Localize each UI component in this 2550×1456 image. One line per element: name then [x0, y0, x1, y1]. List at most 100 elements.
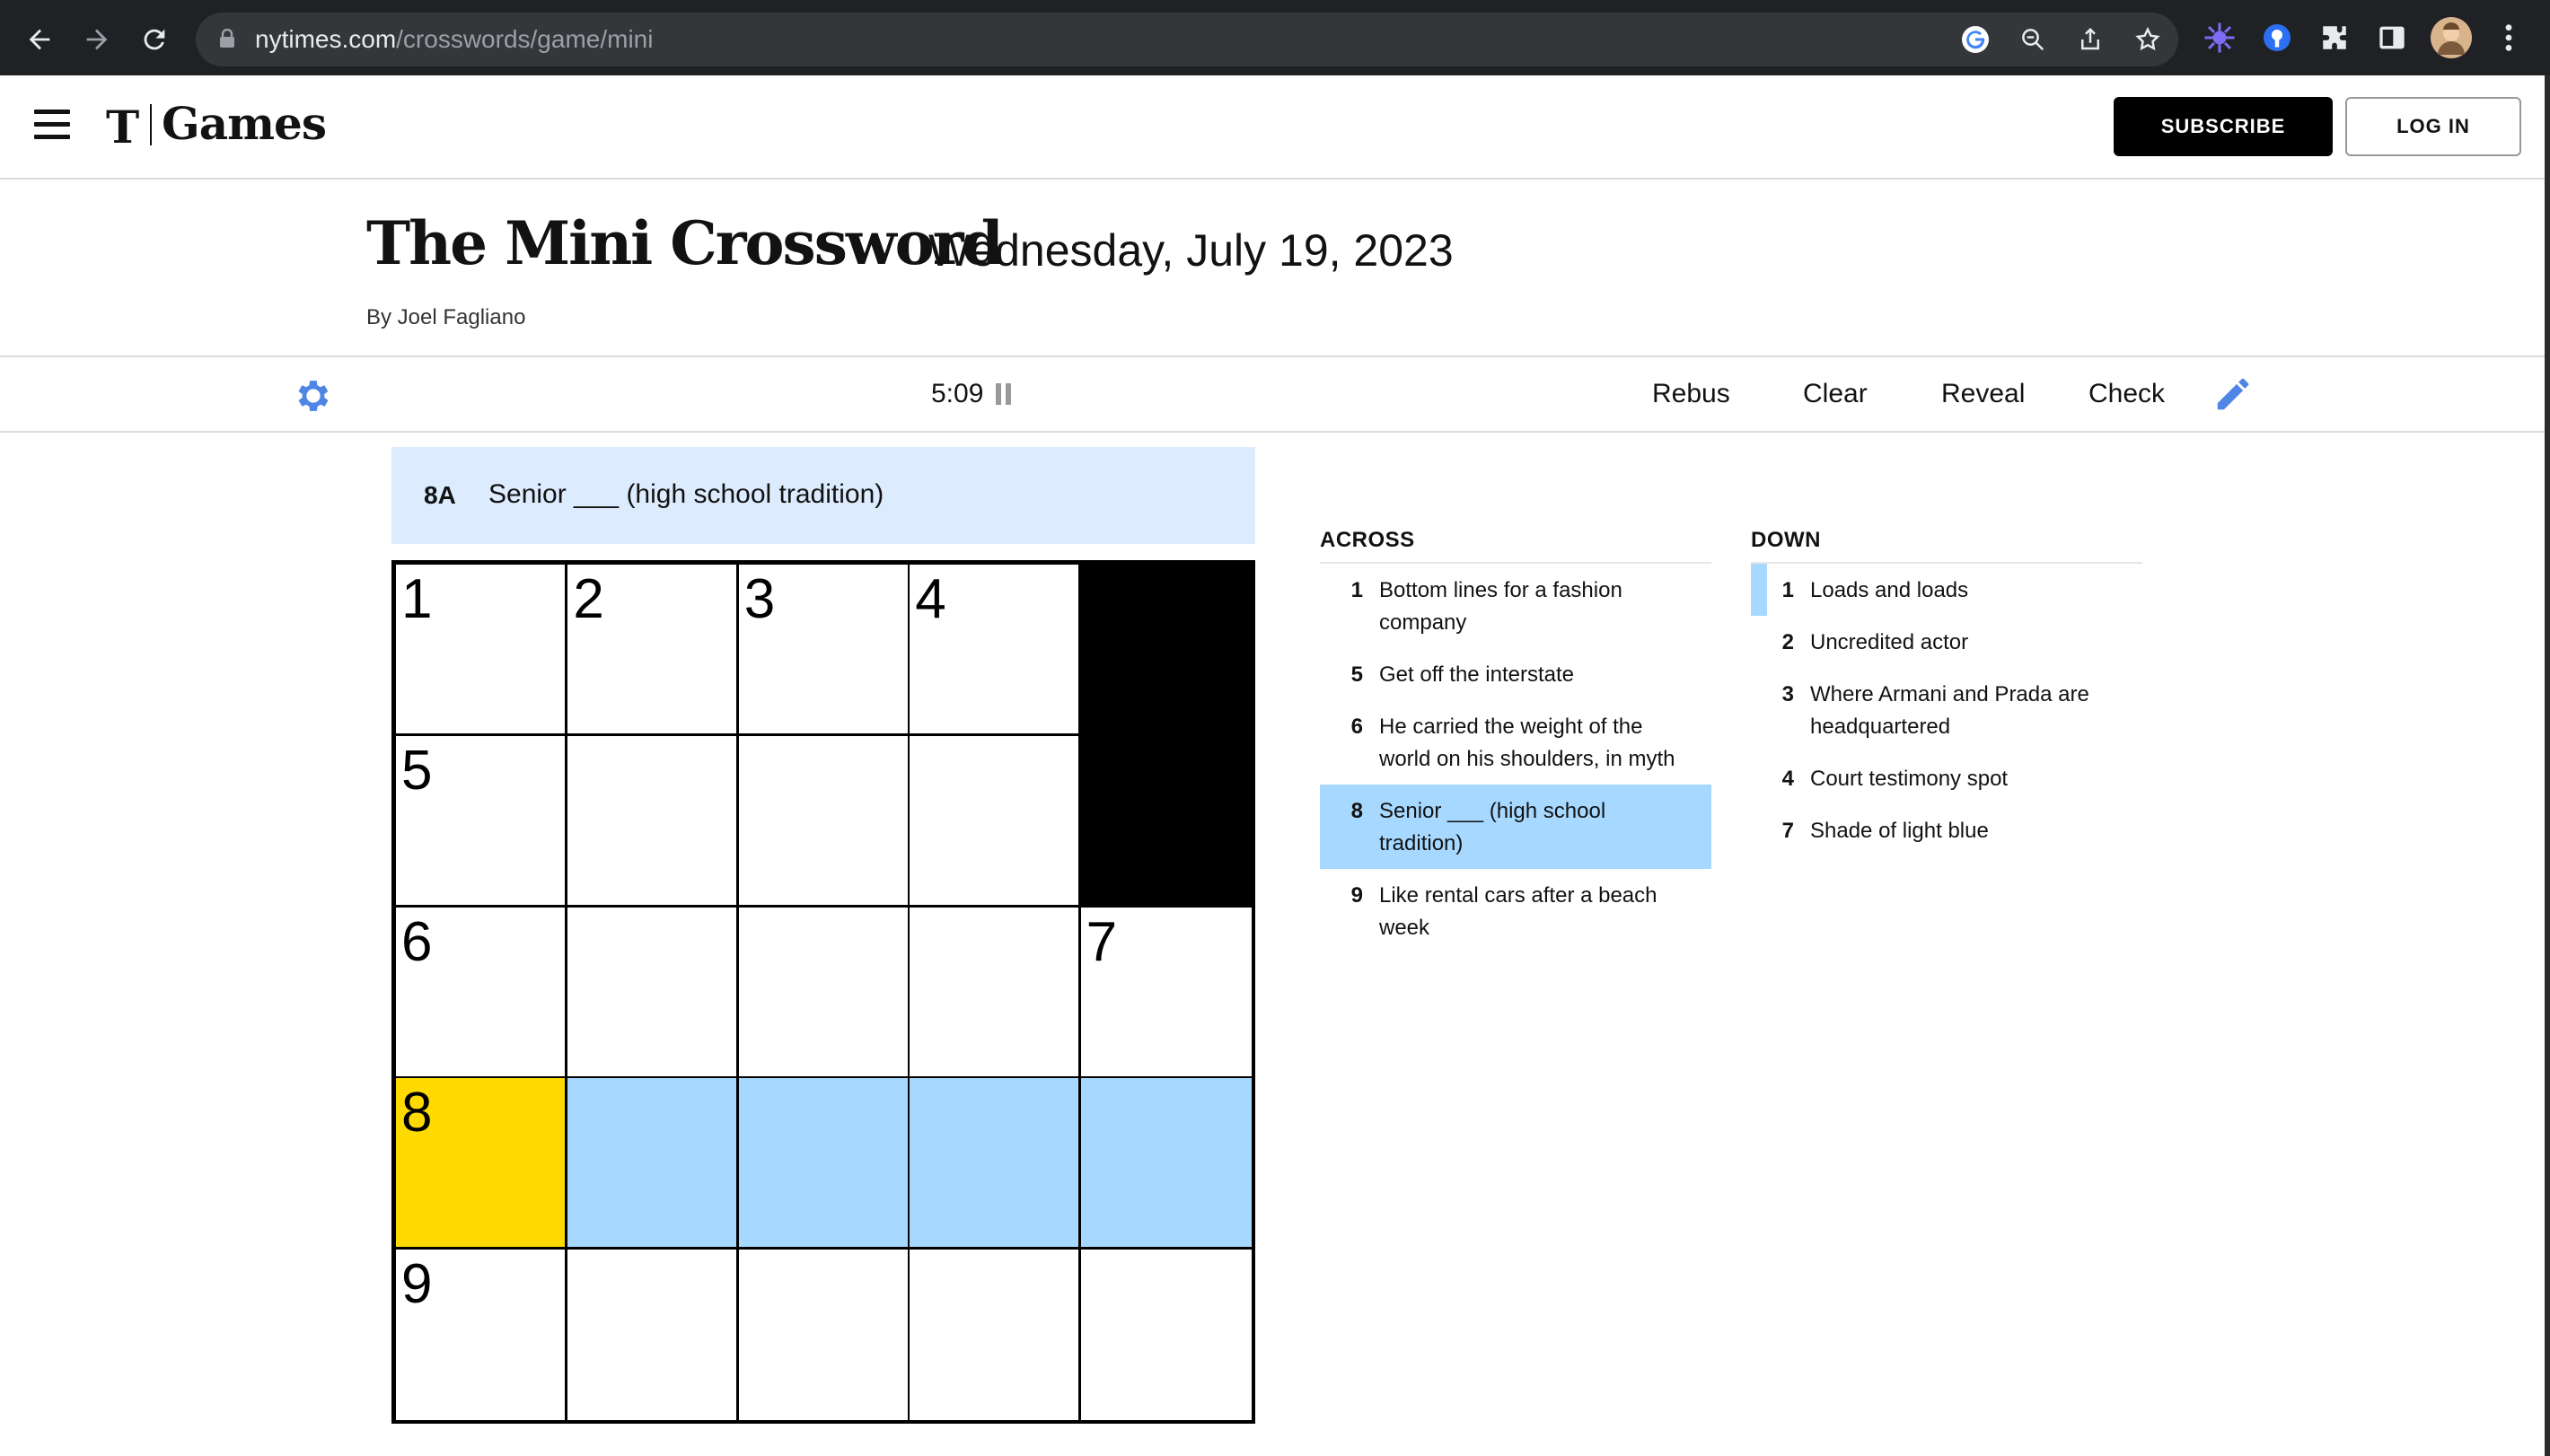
timer: 5:09	[931, 379, 1012, 409]
reveal-button[interactable]: Reveal	[1941, 379, 2025, 409]
puzzle-byline: By Joel Fagliano	[366, 305, 526, 329]
grid-cell[interactable]	[1080, 1249, 1252, 1420]
clue-number: 1	[1350, 578, 1363, 602]
clue-text: He carried the weight of the world on hi…	[1379, 715, 1675, 771]
grid-cell[interactable]: 3	[738, 565, 908, 733]
down-clue-item[interactable]: 7 Shade of light blue	[1751, 804, 2142, 856]
down-clue-item[interactable]: 4 Court testimony spot	[1751, 752, 2142, 804]
puzzle-date: Wednesday, July 19, 2023	[928, 225, 1454, 276]
grid-cell-black	[1080, 736, 1252, 906]
down-clue-list: DOWN 1 Loads and loads 2 Uncredited actor 3 W…	[1751, 528, 2142, 856]
google-icon[interactable]	[1959, 23, 1992, 56]
check-button[interactable]: Check	[2088, 379, 2165, 409]
back-icon[interactable]	[18, 18, 61, 61]
grid-cell[interactable]	[910, 1249, 1079, 1420]
grid-cell[interactable]	[567, 1078, 737, 1248]
clue-text: Senior ___ (high school tradition)	[1379, 799, 1606, 855]
subscribe-button[interactable]: SUBSCRIBE	[2114, 97, 2333, 156]
lock-icon[interactable]	[219, 29, 235, 48]
puzzle-header: The Mini Crossword Wednesday, July 19, 2…	[0, 180, 2545, 357]
grid-cell[interactable]	[738, 1249, 908, 1420]
cell-number: 9	[401, 1252, 433, 1315]
clue-text: Get off the interstate	[1379, 662, 1575, 687]
password-icon[interactable]	[2259, 20, 2295, 56]
puzzle-icon[interactable]	[2317, 20, 2352, 56]
star-icon[interactable]	[2132, 23, 2164, 56]
grid-cell[interactable]: 6	[396, 907, 565, 1076]
clue-text: Bottom lines for a fashion company	[1379, 578, 1622, 635]
hamburger-menu-icon[interactable]	[34, 110, 70, 142]
clue-text: Where Armani and Prada are headquartered	[1810, 682, 2089, 739]
down-clue-item[interactable]: 2 Uncredited actor	[1751, 616, 2142, 668]
clue-number: 4	[1781, 767, 1794, 791]
browser-chrome: nytimes.com/crosswords/game/mini	[0, 0, 2550, 75]
across-clue-item[interactable]: 8 Senior ___ (high school tradition)	[1320, 785, 1711, 869]
across-title: ACROSS	[1320, 528, 1711, 564]
grid-cell[interactable]	[567, 907, 737, 1076]
across-clue-item[interactable]: 9 Like rental cars after a beach week	[1320, 869, 1711, 953]
grid-cell[interactable]	[910, 736, 1079, 906]
pause-icon[interactable]	[996, 383, 1012, 405]
current-clue-bar: 8A Senior ___ (high school tradition)	[391, 447, 1255, 544]
login-button[interactable]: LOG IN	[2345, 97, 2521, 156]
down-title: DOWN	[1751, 528, 2142, 564]
nyt-logo[interactable]: T	[106, 101, 139, 153]
grid-cell[interactable]	[1080, 1078, 1252, 1248]
grid-cell[interactable]	[910, 1078, 1079, 1248]
clue-text: Loads and loads	[1810, 578, 1969, 602]
grid-cell[interactable]: 8	[396, 1078, 565, 1248]
clue-text: Uncredited actor	[1810, 630, 1969, 654]
cell-number: 1	[401, 568, 433, 630]
forward-icon[interactable]	[75, 18, 119, 61]
grid-cell[interactable]	[910, 907, 1079, 1076]
games-logo[interactable]: Games	[162, 97, 327, 150]
across-clue-item[interactable]: 5 Get off the interstate	[1320, 648, 1711, 700]
cell-number: 6	[401, 910, 433, 973]
clue-number: 3	[1781, 682, 1794, 706]
across-clue-item[interactable]: 6 He carried the weight of the world on h…	[1320, 700, 1711, 785]
puzzle-title: The Mini Crossword	[366, 208, 1004, 278]
grid-cell[interactable]: 7	[1080, 907, 1252, 1076]
clue-number: 1	[1781, 578, 1794, 602]
grid-cell[interactable]	[738, 1078, 908, 1248]
grid-cell[interactable]	[738, 736, 908, 906]
down-clue-item[interactable]: 3 Where Armani and Prada are headquartere…	[1751, 668, 2142, 752]
zoom-icon[interactable]	[2017, 23, 2049, 56]
page: T Games SUBSCRIBE LOG IN The Mini Crossw…	[0, 75, 2545, 1456]
across-clue-list: ACROSS 1 Bottom lines for a fashion compa…	[1320, 528, 1711, 953]
grid-cell[interactable]: 1	[396, 565, 565, 733]
grid-cell[interactable]: 2	[567, 565, 737, 733]
address-bar[interactable]: nytimes.com/crosswords/game/mini	[196, 13, 2178, 66]
grid-cell[interactable]: 5	[396, 736, 565, 906]
down-clue-item[interactable]: 1 Loads and loads	[1751, 564, 2142, 616]
extension-icon[interactable]	[2202, 20, 2238, 56]
share-icon[interactable]	[2074, 23, 2106, 56]
across-clue-item[interactable]: 1 Bottom lines for a fashion company	[1320, 564, 1711, 648]
crossword-grid[interactable]: 1 2 3 4 5 6 7 8 9	[391, 560, 1255, 1424]
reload-icon[interactable]	[133, 18, 176, 61]
grid-cell[interactable]	[567, 736, 737, 906]
cell-number: 3	[743, 568, 776, 630]
clue-number: 5	[1350, 662, 1363, 687]
settings-gear-icon[interactable]	[293, 375, 334, 417]
grid-cell[interactable]: 4	[910, 565, 1079, 733]
clue-number: 2	[1781, 630, 1794, 654]
menu-icon[interactable]	[2491, 20, 2527, 56]
current-clue-text: Senior ___ (high school tradition)	[488, 479, 884, 509]
grid-cell[interactable]	[567, 1249, 737, 1420]
cell-number: 4	[915, 568, 946, 630]
rebus-button[interactable]: Rebus	[1652, 379, 1730, 409]
grid-cell[interactable]	[738, 907, 908, 1076]
logo-divider	[150, 104, 152, 145]
clear-button[interactable]: Clear	[1803, 379, 1868, 409]
grid-cell[interactable]: 9	[396, 1249, 565, 1420]
grid-cell-black	[1080, 565, 1252, 733]
profile-avatar[interactable]	[2430, 16, 2473, 59]
pencil-icon[interactable]	[2212, 373, 2254, 415]
timer-value: 5:09	[931, 379, 984, 408]
site-header: T Games SUBSCRIBE LOG IN	[0, 75, 2545, 180]
clue-text: Like rental cars after a beach week	[1379, 883, 1658, 940]
url-text[interactable]: nytimes.com/crosswords/game/mini	[255, 25, 653, 54]
clue-number: 9	[1350, 883, 1363, 908]
sidepanel-icon[interactable]	[2374, 20, 2410, 56]
